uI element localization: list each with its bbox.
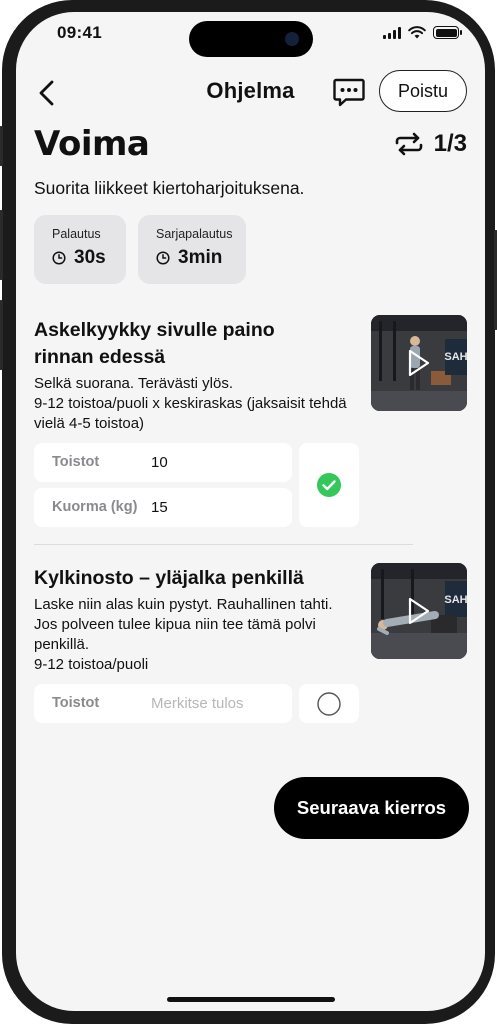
status-icons: [383, 26, 462, 39]
load-label: Kuorma (kg): [52, 499, 138, 515]
thumbnail-badge: SAH: [444, 594, 467, 606]
complete-toggle[interactable]: [299, 684, 359, 723]
reps-input-placeholder: Merkitse tulos: [151, 695, 244, 712]
exit-button[interactable]: Poistu: [379, 70, 467, 112]
app-screen: 09:41 Ohjelma Poistu Voima 1/3 Suorita l…: [16, 12, 485, 1011]
chat-button[interactable]: [332, 75, 366, 109]
load-field[interactable]: Kuorma (kg) 15: [34, 488, 292, 527]
play-icon: [408, 597, 430, 625]
description-line: Laske niin alas kuin pystyt. Rauhallinen…: [34, 596, 333, 613]
action-button: [0, 126, 3, 166]
description-line: 9-12 toistoa/puoli x keskiraskas (jaksai…: [34, 395, 347, 412]
complete-toggle[interactable]: [299, 443, 359, 527]
volume-up-button: [0, 210, 3, 280]
next-round-button[interactable]: Seuraava kierros: [274, 777, 469, 839]
workout-header: Voima 1/3: [16, 124, 485, 168]
reps-field[interactable]: Toistot Merkitse tulos: [34, 684, 292, 723]
description-line: penkillä.: [34, 636, 90, 653]
recovery-value: 30s: [74, 247, 106, 268]
chat-bubble-icon: [333, 78, 365, 107]
thumbnail-badge: SAH: [444, 351, 467, 363]
exercise-title: Askelkyykky sivulle paino rinnan edessä: [34, 319, 275, 368]
workout-title: Voima: [34, 124, 150, 164]
play-icon: [408, 349, 430, 377]
volume-down-button: [0, 300, 3, 370]
camera-icon: [285, 32, 299, 46]
battery-icon: [433, 26, 462, 39]
description-line: Jos polveen tulee kipua niin tee tämä po…: [34, 616, 316, 633]
check-circle-icon: [317, 473, 341, 497]
reps-field[interactable]: Toistot 10: [34, 443, 292, 482]
set-recovery-chip: Sarjapalautus 3min: [138, 215, 246, 284]
set-recovery-value: 3min: [178, 247, 223, 268]
description-line: 9-12 toistoa/puoli: [34, 656, 149, 673]
reps-label: Toistot: [52, 454, 100, 470]
nav-bar: Ohjelma Poistu: [16, 70, 485, 114]
exercise-title: Kylkinosto – yläjalka penkillä: [34, 567, 304, 589]
exercise-description: Laske niin alas kuin pystyt. Rauhallinen…: [34, 595, 364, 675]
description-line: Selkä suorana. Terävästi ylös.: [34, 375, 233, 392]
repeat-icon: [395, 132, 422, 156]
clock-icon: [156, 251, 170, 265]
round-counter: 1/3: [394, 130, 467, 158]
phone-frame: 09:41 Ohjelma Poistu Voima 1/3 Suorita l…: [0, 0, 497, 1024]
load-value: 15: [151, 499, 168, 516]
description-line: vielä 4-5 toistoa): [34, 415, 145, 432]
exercise-description: Selkä suorana. Terävästi ylös. 9-12 tois…: [34, 374, 364, 434]
status-time: 09:41: [57, 23, 102, 42]
set-recovery-label: Sarjapalautus: [156, 227, 233, 241]
home-indicator[interactable]: [167, 997, 335, 1002]
reps-label: Toistot: [52, 695, 100, 711]
workout-instruction: Suorita liikkeet kiertoharjoituksena.: [34, 178, 305, 198]
reps-value: 10: [151, 454, 168, 471]
clock-icon: [52, 251, 66, 265]
empty-circle-icon: [317, 691, 341, 716]
cellular-signal-icon: [383, 26, 401, 39]
exercise-video-thumbnail[interactable]: SAH: [371, 315, 467, 411]
recovery-label: Palautus: [52, 227, 101, 241]
round-count: 1/3: [433, 130, 467, 157]
dynamic-island: [189, 21, 313, 57]
status-bar: 09:41: [16, 12, 485, 57]
recovery-chip: Palautus 30s: [34, 215, 126, 284]
divider: [34, 544, 413, 545]
wifi-icon: [408, 26, 426, 39]
exercise-video-thumbnail[interactable]: SAH: [371, 563, 467, 659]
